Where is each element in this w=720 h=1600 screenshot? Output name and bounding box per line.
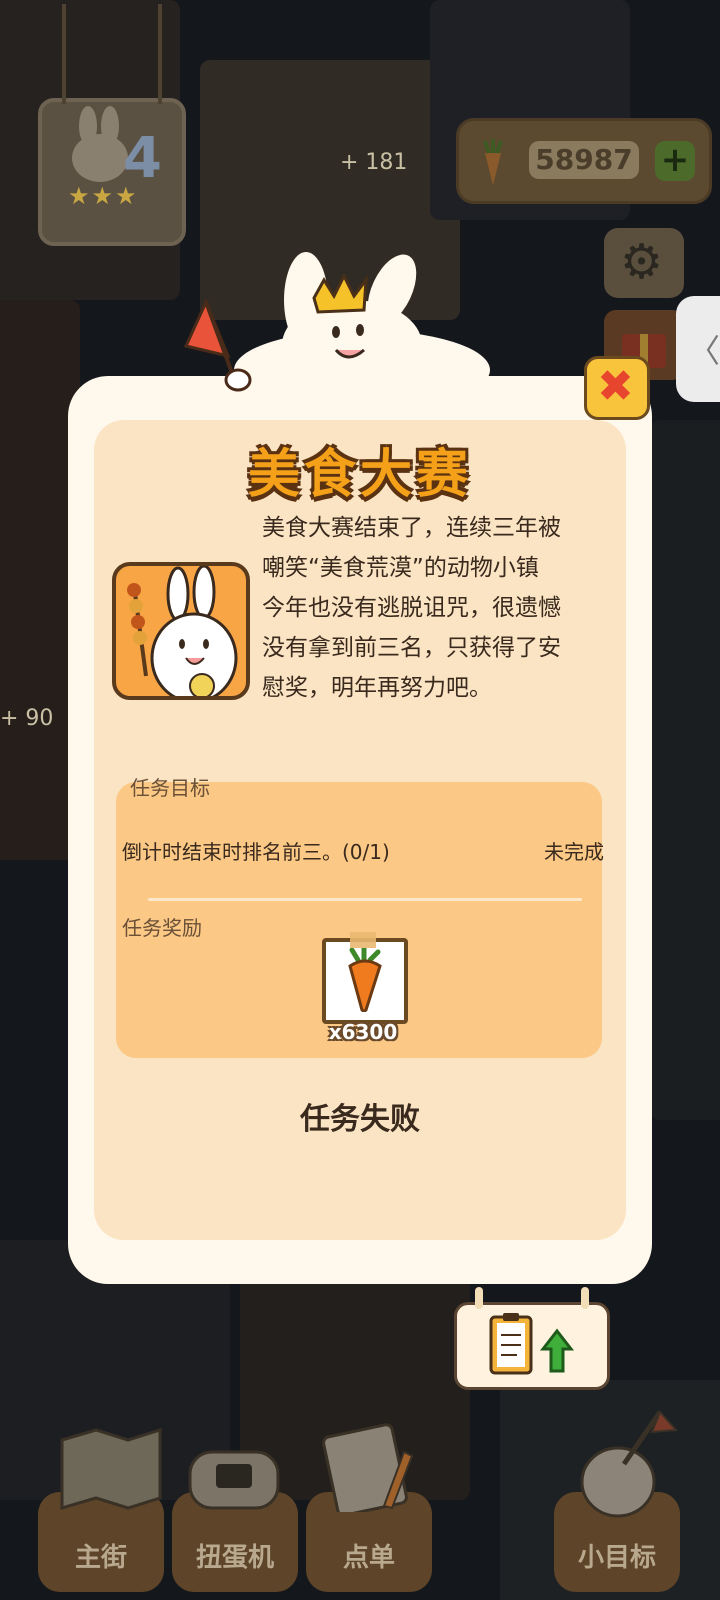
side-drawer-handle[interactable]: 〈	[676, 296, 720, 402]
story-line: 没有拿到前三名，只获得了安	[262, 635, 561, 661]
flag-icon	[184, 298, 252, 392]
story-text: 美食大赛结束了，连续三年被 嘲笑“美食荒漠”的动物小镇 今年也没有逃脱诅咒，很遗…	[262, 508, 642, 708]
nav-order[interactable]: 点单	[306, 1423, 432, 1592]
bunny-skewer-icon	[127, 566, 238, 696]
divider	[148, 898, 582, 901]
nav-label: 小目标	[577, 1543, 656, 1573]
carrot-icon	[483, 139, 503, 185]
task-list-button[interactable]	[454, 1287, 610, 1390]
carrot-icon	[348, 948, 382, 1012]
bonus-floating-text: + 90	[0, 706, 54, 731]
story-line: 慰奖，明年再努力吧。	[262, 675, 492, 701]
town-level-badge[interactable]: 4 ★★★	[38, 4, 186, 246]
reward-item[interactable]	[322, 932, 408, 1024]
task-status: 未完成	[544, 840, 604, 864]
bonus-floating-text: + 181	[340, 150, 408, 175]
tape-decoration	[350, 932, 376, 948]
dialog-title: 美食大赛	[247, 445, 472, 505]
gamepad-icon	[188, 1450, 280, 1510]
close-button[interactable]: ✖	[584, 356, 650, 420]
reward-quantity: x6300	[328, 1020, 398, 1044]
story-line: 美食大赛结束了，连续三年被	[262, 515, 561, 541]
badge-rope	[158, 4, 162, 104]
settings-button[interactable]: ⚙	[604, 228, 684, 298]
nav-gacha[interactable]: 扭蛋机	[172, 1450, 298, 1592]
nav-placeholder	[440, 1492, 540, 1592]
bunny-hand-icon	[580, 1410, 678, 1518]
add-carrots-button[interactable]: +	[655, 141, 695, 181]
chevron-left-icon: 〈	[688, 332, 720, 370]
nav-main-street[interactable]: 主街	[38, 1427, 164, 1592]
clipboard-icon	[489, 1313, 575, 1375]
sign-rope	[475, 1287, 483, 1309]
badge-rope	[62, 4, 66, 104]
order-icon	[322, 1423, 414, 1512]
gear-icon: ⚙	[620, 234, 664, 290]
task-goal-label: 任务目标	[130, 776, 210, 800]
story-line: 嘲笑“美食荒漠”的动物小镇	[262, 555, 539, 581]
close-icon: ✖	[597, 361, 634, 412]
carrot-currency-bar: 58987 +	[456, 118, 712, 204]
event-portrait	[112, 562, 250, 700]
nav-label: 扭蛋机	[195, 1543, 274, 1573]
sign-rope	[581, 1287, 589, 1309]
task-objective: 倒计时结束时排名前三。(0/1)	[122, 840, 390, 864]
story-line: 今年也没有逃脱诅咒，很遗憾	[262, 595, 561, 621]
nav-label: 点单	[342, 1543, 395, 1573]
map-icon	[60, 1427, 162, 1510]
nav-small-goals[interactable]: 小目标	[554, 1410, 680, 1592]
crowned-bunny-icon	[234, 252, 490, 390]
task-result-text: 任务失败	[300, 1102, 420, 1137]
task-reward-label: 任务奖励	[122, 916, 202, 940]
star-rating-icon: ★★★	[68, 182, 139, 210]
nav-label: 主街	[74, 1543, 127, 1573]
carrot-count: 58987	[529, 141, 639, 179]
